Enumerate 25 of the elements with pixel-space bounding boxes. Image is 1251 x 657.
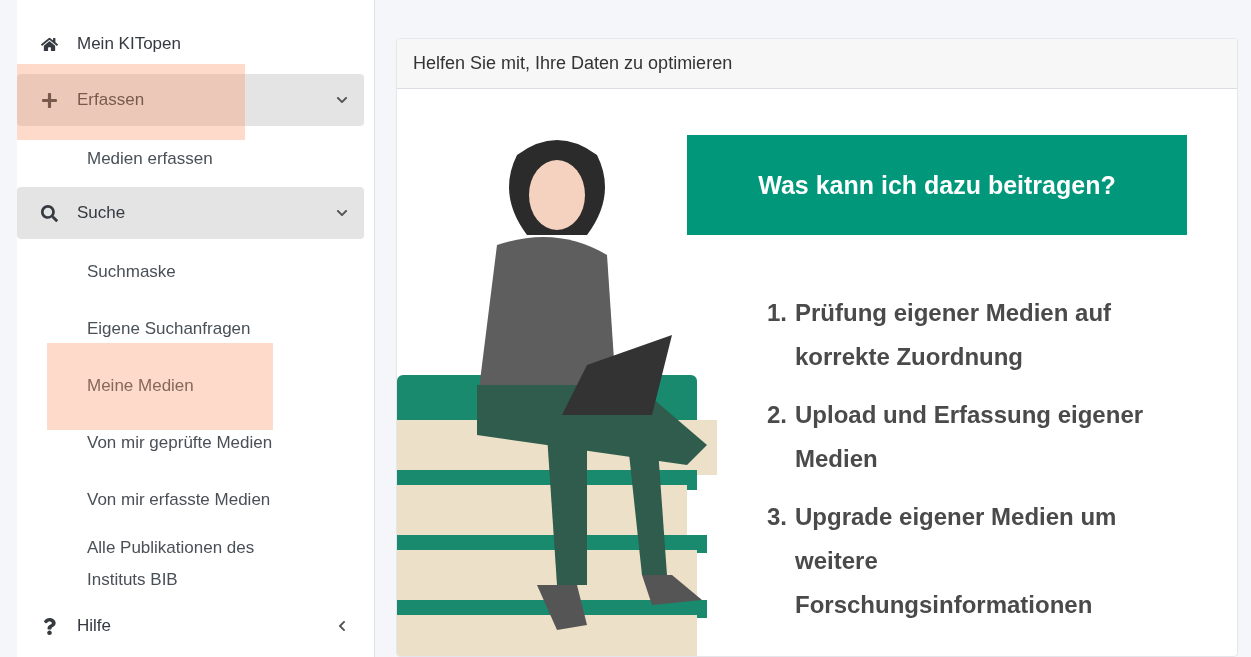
menu-label: Erfassen (77, 90, 146, 110)
step-number: 3. (767, 502, 787, 532)
step-text: Upgrade eigener Medien um weitere Forschungsinformationen (795, 502, 1118, 620)
chevron-icon (336, 620, 348, 632)
step-text: Upload und Erfassung eigener Medien (795, 400, 1145, 474)
step-number: 2. (767, 400, 787, 430)
submenu-item[interactable]: Alle Publikationen des Instituts BIB (17, 528, 364, 600)
menu-label: Suche (77, 203, 127, 223)
menu-item[interactable]: Mein KITopen (17, 18, 364, 70)
chevron-icon (336, 207, 348, 219)
menu-group[interactable]: Suche (17, 187, 364, 239)
chevron-icon (336, 94, 348, 106)
speech-bubble: Was kann ich dazu beitragen? (687, 135, 1187, 235)
submenu-item[interactable]: Von mir erfasste Medien (17, 471, 364, 528)
card-title: Helfen Sie mit, Ihre Daten zu optimieren (397, 39, 1237, 89)
menu-group[interactable]: Hilfe (17, 600, 364, 652)
step-number: 1. (767, 298, 787, 328)
menu-label: Hilfe (77, 616, 112, 636)
menu-label: Mein KITopen (77, 34, 182, 54)
submenu-item[interactable]: Meine Medien (17, 357, 364, 414)
step-text: Prüfung eigener Medien auf korrekte Zuordnung (795, 298, 1113, 372)
submenu-item[interactable]: Medien erfassen (17, 130, 364, 187)
submenu-item[interactable]: Eigene Suchanfragen (17, 300, 364, 357)
submenu-item[interactable]: Von mir geprüfte Medien (17, 414, 364, 471)
submenu-item[interactable]: Suchmaske (17, 243, 364, 300)
